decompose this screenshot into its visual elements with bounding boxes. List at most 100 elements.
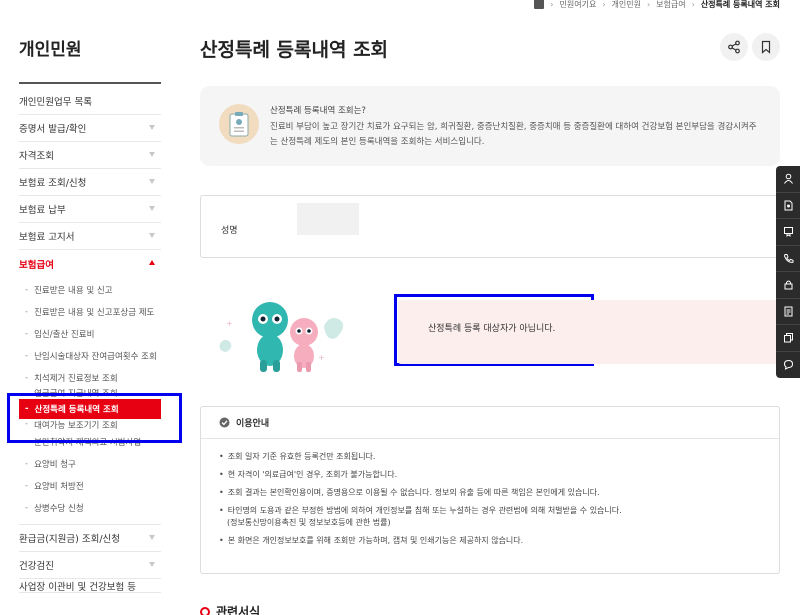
sidebar-subitem[interactable]: - 치석제거 진료정보 조회 [19,367,161,389]
quick-certificate-button[interactable] [776,219,800,246]
chevron-down-icon [149,179,155,184]
document-icon [784,200,792,211]
quick-list-button[interactable] [776,299,800,325]
bookmark-icon [761,40,771,54]
guide-item-text: 현 자격이 '의료급여'인 경우, 조회가 불가능합니다. [227,470,398,479]
sidebar-subitem-label: 난임시술대상자 잔여급여횟수 조회 [34,352,157,362]
sidebar-item-refund[interactable]: 환급금(지원금) 조회/신청 [19,525,161,552]
guide-item-text: 조회 일자 기준 유효한 등록건만 조회됩니다. [227,452,376,461]
sidebar-item-premium-inquiry[interactable]: 보험료 조회/신청 [19,169,161,196]
breadcrumb-separator-icon: › [691,0,695,9]
share-button[interactable] [720,33,748,61]
guide-item: • 현 자격이 '의료급여'인 경우, 조회가 불가능합니다. [219,470,398,479]
clipboard-icon [229,112,249,137]
sidebar-subitem[interactable]: - 상병수당 신청 [19,497,161,519]
sidebar-item-label: 개인민원업무 목록 [19,97,92,108]
sidebar-item-label: 건강검진 [19,561,54,572]
sidebar-item-label: 자격조회 [19,151,54,162]
sidebar-subitem-label: 연금급여 지급내역 조회 [34,389,118,399]
sidebar-subitem[interactable]: - 대여가능 보조기기 조회 [19,419,161,431]
sidebar-subitem-label: 요양비 처방전 [34,482,84,492]
sidebar-subitem[interactable]: - 임신/출산 진료비 [19,323,161,345]
page-title: 산정특례 등록내역 조회 [200,39,389,61]
breadcrumb-separator-icon: › [602,0,606,9]
quick-person-button[interactable] [776,166,800,193]
sidebar-item-label: 보험료 고지서 [19,232,75,243]
bookmark-button[interactable] [752,33,780,61]
quick-phone-button[interactable] [776,246,800,272]
sidebar-title: 개인민원 [19,40,82,60]
sidebar-item-label: 사업장 이관비 및 건강보험 등 [19,582,136,593]
sidebar-item-premium-bill[interactable]: 보험료 고지서 [19,223,161,250]
breadcrumb-separator-icon: › [550,0,554,9]
sidebar-item-premium-payment[interactable]: 보험료 납부 [19,196,161,223]
phone-icon [783,253,793,263]
sidebar-subitem-current[interactable]: - 산정특례 등록내역 조회 [19,399,161,419]
chevron-down-icon [149,233,155,238]
name-field-box: 성명 [200,195,780,258]
breadcrumb-item[interactable]: 개인민원 [612,0,641,10]
sidebar-subitem[interactable]: - 연금급여 지급내역 조회 [19,389,161,399]
intro-illustration [219,104,259,144]
sidebar: 개인민원 개인민원업무 목록 증명서 발급/확인 자격조회 보험료 조회/신청 … [19,0,161,615]
sidebar-subitem[interactable]: - 요양비 처방전 [19,475,161,497]
sidebar-item-insurance-benefit[interactable]: 보험급여 [19,250,161,277]
sidebar-subitem-label: 산정특례 등록내역 조회 [34,405,119,415]
guide-box: 이용안내 • 조회 일자 기준 유효한 등록건만 조회됩니다. • 현 자격이 '의… [200,406,780,574]
sidebar-subitem-label: 임신/출산 진료비 [34,330,95,340]
sidebar-subitem-label: 요양비 청구 [34,460,76,470]
sidebar-item-label: 증명서 발급/확인 [19,124,87,135]
check-circle-icon [219,417,230,428]
share-icon [728,40,740,54]
sidebar-item-label: 보험료 조회/신청 [19,178,87,189]
guide-item-text: 조회 결과는 본인확인용이며, 증명용으로 이용될 수 없습니다. 정보의 유출… [227,488,600,497]
certificate-icon [783,227,793,238]
guide-item-continuation: (정보통신망이용촉진 및 정보보호등에 관한 법률) [227,518,391,527]
sidebar-subitem[interactable]: - 분만취약지 재택의료 시범사업 [19,431,161,453]
chevron-down-icon [149,125,155,130]
sidebar-subitem[interactable]: - 난임시술대상자 잔여급여횟수 조회 [19,345,161,367]
sidebar-item-eligibility[interactable]: 자격조회 [19,142,161,169]
sidebar-subitem[interactable]: - 진료받은 내용 및 신고포상금 제도 [19,301,161,323]
sidebar-subitem-label: 치석제거 진료정보 조회 [34,374,118,384]
sidebar-item-personal-list[interactable]: 개인민원업무 목록 [19,88,161,115]
name-value-masked [297,203,359,235]
sidebar-subitem-label: 상병수당 신청 [34,504,84,514]
sidebar-item-label: 보험료 납부 [19,205,66,216]
chevron-down-icon [149,152,155,157]
sidebar-item-label: 보험급여 [19,259,54,271]
sidebar-item-label: 환급금(지원금) 조회/신청 [19,534,121,545]
intro-box: 산정특례 등록내역 조회는? 진료비 부담이 높고 장기간 치료가 요구되는 암… [200,86,780,166]
sidebar-subitem-label: 진료받은 내용 및 신고 [34,286,113,296]
sidebar-item-workplace[interactable]: 사업장 이관비 및 건강보험 등 [19,579,161,593]
intro-description: 진료비 부담이 높고 장기간 치료가 요구되는 암, 희귀질환, 중증난치질환,… [270,122,757,147]
quick-document-button[interactable] [776,193,800,219]
sidebar-subitem-label: 대여가능 보조기기 조회 [34,421,118,431]
sidebar-item-checkup[interactable]: 건강검진 [19,552,161,579]
lock-icon [784,280,792,290]
home-icon[interactable] [534,0,545,9]
chevron-down-icon [149,206,155,211]
guide-title: 이용안내 [236,419,270,429]
chevron-up-icon [149,260,155,265]
guide-item: • 조회 결과는 본인확인용이며, 증명용으로 이용될 수 없습니다. 정보의 유… [219,488,600,497]
quick-copy-button[interactable] [776,325,800,352]
guide-item-text: 타인명의 도용과 같은 부정한 방법에 의하여 개인정보를 침해 또는 누설하는… [227,506,622,515]
sidebar-subitem[interactable]: - 요양비 청구 [19,453,161,475]
list-icon [784,306,792,317]
sidebar-divider [19,82,161,84]
quick-menu-bar [776,166,800,378]
chat-icon [783,360,793,371]
sidebar-subitem-label: 진료받은 내용 및 신고포상금 제도 [34,308,155,318]
sidebar-subitem[interactable]: - 진료받은 내용 및 신고 [19,279,161,301]
breadcrumb-item[interactable]: 보험급여 [656,0,685,10]
chevron-down-icon [149,562,155,567]
breadcrumb: › 민원여기요 › 개인민원 › 보험급여 › 산정특례 등록내역 조회 [534,0,780,11]
quick-chat-button[interactable] [776,352,800,379]
quick-lock-button[interactable] [776,272,800,299]
breadcrumb-item[interactable]: 민원여기요 [560,0,597,10]
intro-question: 산정특례 등록내역 조회는? [270,106,366,116]
sidebar-item-certificate[interactable]: 증명서 발급/확인 [19,115,161,142]
result-message: 산정특례 등록 대상자가 아닙니다. [428,324,556,334]
guide-item: • 본 화면은 개인정보보호를 위해 조회만 가능하며, 캡쳐 및 인쇄기능은 제… [219,536,524,545]
